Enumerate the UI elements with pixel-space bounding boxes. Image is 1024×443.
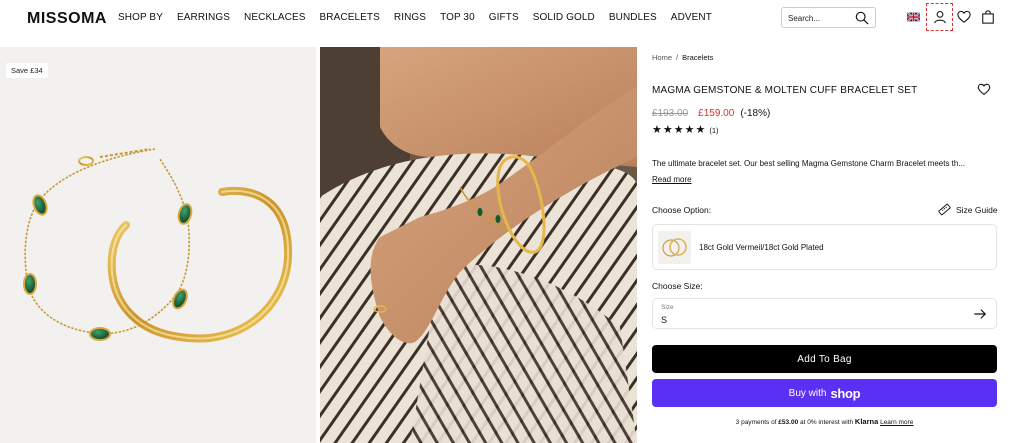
main-nav: SHOP BY EARRINGS NECKLACES BRACELETS RIN… bbox=[118, 12, 726, 23]
klarna-amount: £53.00 bbox=[778, 419, 799, 426]
breadcrumb-separator: / bbox=[676, 53, 679, 62]
size-guide-link[interactable]: Size Guide bbox=[938, 203, 998, 216]
bracelet-set-illustration bbox=[23, 148, 293, 343]
search-box bbox=[781, 7, 876, 28]
product-description: The ultimate bracelet set. Our best sell… bbox=[652, 159, 966, 168]
account-button[interactable] bbox=[926, 3, 953, 31]
nav-gifts[interactable]: GIFTS bbox=[489, 12, 519, 23]
klarna-message: 3 payments of £53.00 at 0% interest with… bbox=[652, 417, 997, 426]
breadcrumb-current[interactable]: Bracelets bbox=[682, 53, 713, 62]
klarna-logo: Klarna bbox=[854, 417, 879, 426]
model-wearing-bracelets-illustration bbox=[320, 47, 637, 443]
klarna-text: at 0% interest with bbox=[798, 419, 855, 426]
shop-logo: shop bbox=[830, 385, 861, 401]
add-to-bag-button[interactable]: Add To Bag bbox=[652, 345, 997, 373]
star-icon: ★ bbox=[673, 124, 684, 136]
review-count[interactable]: (1) bbox=[709, 126, 718, 135]
breadcrumb: Home / Bracelets bbox=[652, 53, 713, 62]
buy-with-shop-button[interactable]: Buy with shop bbox=[652, 379, 997, 407]
account-icon bbox=[933, 10, 946, 24]
bracelet-thumb-icon bbox=[662, 238, 687, 257]
size-field-label: Size bbox=[661, 304, 674, 311]
nav-top-30[interactable]: TOP 30 bbox=[440, 12, 475, 23]
klarna-text: 3 payments of bbox=[735, 419, 779, 426]
bag-icon[interactable] bbox=[981, 10, 995, 24]
star-icon: ★ bbox=[695, 124, 706, 136]
nav-necklaces[interactable]: NECKLACES bbox=[244, 12, 305, 23]
option-card-selected[interactable]: 18ct Gold Vermeil/18ct Gold Plated bbox=[652, 224, 997, 270]
search-input[interactable] bbox=[788, 11, 848, 25]
product-title: MAGMA GEMSTONE & MOLTEN CUFF BRACELET SE… bbox=[652, 85, 918, 96]
product-image-lifestyle[interactable] bbox=[320, 47, 637, 443]
size-guide-label: Size Guide bbox=[956, 204, 998, 215]
option-thumbnail bbox=[658, 231, 691, 264]
choose-option-label: Choose Option: bbox=[652, 205, 712, 215]
size-field-value: S bbox=[661, 315, 668, 325]
discount-percent: (-18%) bbox=[740, 108, 771, 119]
price-block: £193.00 £159.00 (-18%) bbox=[652, 108, 770, 119]
read-more-link[interactable]: Read more bbox=[652, 175, 692, 184]
wishlist-icon[interactable] bbox=[957, 10, 971, 24]
breadcrumb-home[interactable]: Home bbox=[652, 53, 672, 62]
uk-flag-icon[interactable] bbox=[907, 12, 920, 22]
arrow-right-icon bbox=[974, 309, 987, 319]
save-badge: Save £34 bbox=[6, 63, 48, 78]
size-select[interactable]: Size S bbox=[652, 298, 997, 329]
nav-bundles[interactable]: BUNDLES bbox=[609, 12, 657, 23]
search-icon[interactable] bbox=[855, 11, 869, 25]
product-image-main[interactable]: Save £34 bbox=[0, 47, 316, 443]
star-icon: ★ bbox=[652, 124, 662, 136]
sale-price: £159.00 bbox=[698, 108, 735, 119]
nav-shop-by[interactable]: SHOP BY bbox=[118, 12, 163, 23]
original-price: £193.00 bbox=[652, 108, 689, 119]
option-label: 18ct Gold Vermeil/18ct Gold Plated bbox=[699, 243, 824, 252]
shop-pay-prefix: Buy with bbox=[788, 387, 827, 399]
nav-rings[interactable]: RINGS bbox=[394, 12, 426, 23]
missoma-logo[interactable]: MISSOMA bbox=[27, 10, 107, 28]
klarna-learn-more-link[interactable]: Learn more bbox=[880, 419, 913, 426]
site-header: MISSOMA SHOP BY EARRINGS NECKLACES BRACE… bbox=[0, 0, 1024, 36]
nav-bracelets[interactable]: BRACELETS bbox=[320, 12, 380, 23]
add-to-wishlist-icon[interactable] bbox=[977, 83, 991, 96]
nav-advent[interactable]: ADVENT bbox=[671, 12, 712, 23]
star-icon: ★ bbox=[684, 124, 695, 136]
nav-solid-gold[interactable]: SOLID GOLD bbox=[533, 12, 595, 23]
nav-earrings[interactable]: EARRINGS bbox=[177, 12, 230, 23]
star-icon: ★ bbox=[662, 124, 673, 136]
choose-size-label: Choose Size: bbox=[652, 281, 703, 291]
ruler-icon bbox=[938, 203, 951, 216]
rating-stars[interactable]: ★ ★ ★ ★ ★ (1) bbox=[652, 125, 719, 136]
